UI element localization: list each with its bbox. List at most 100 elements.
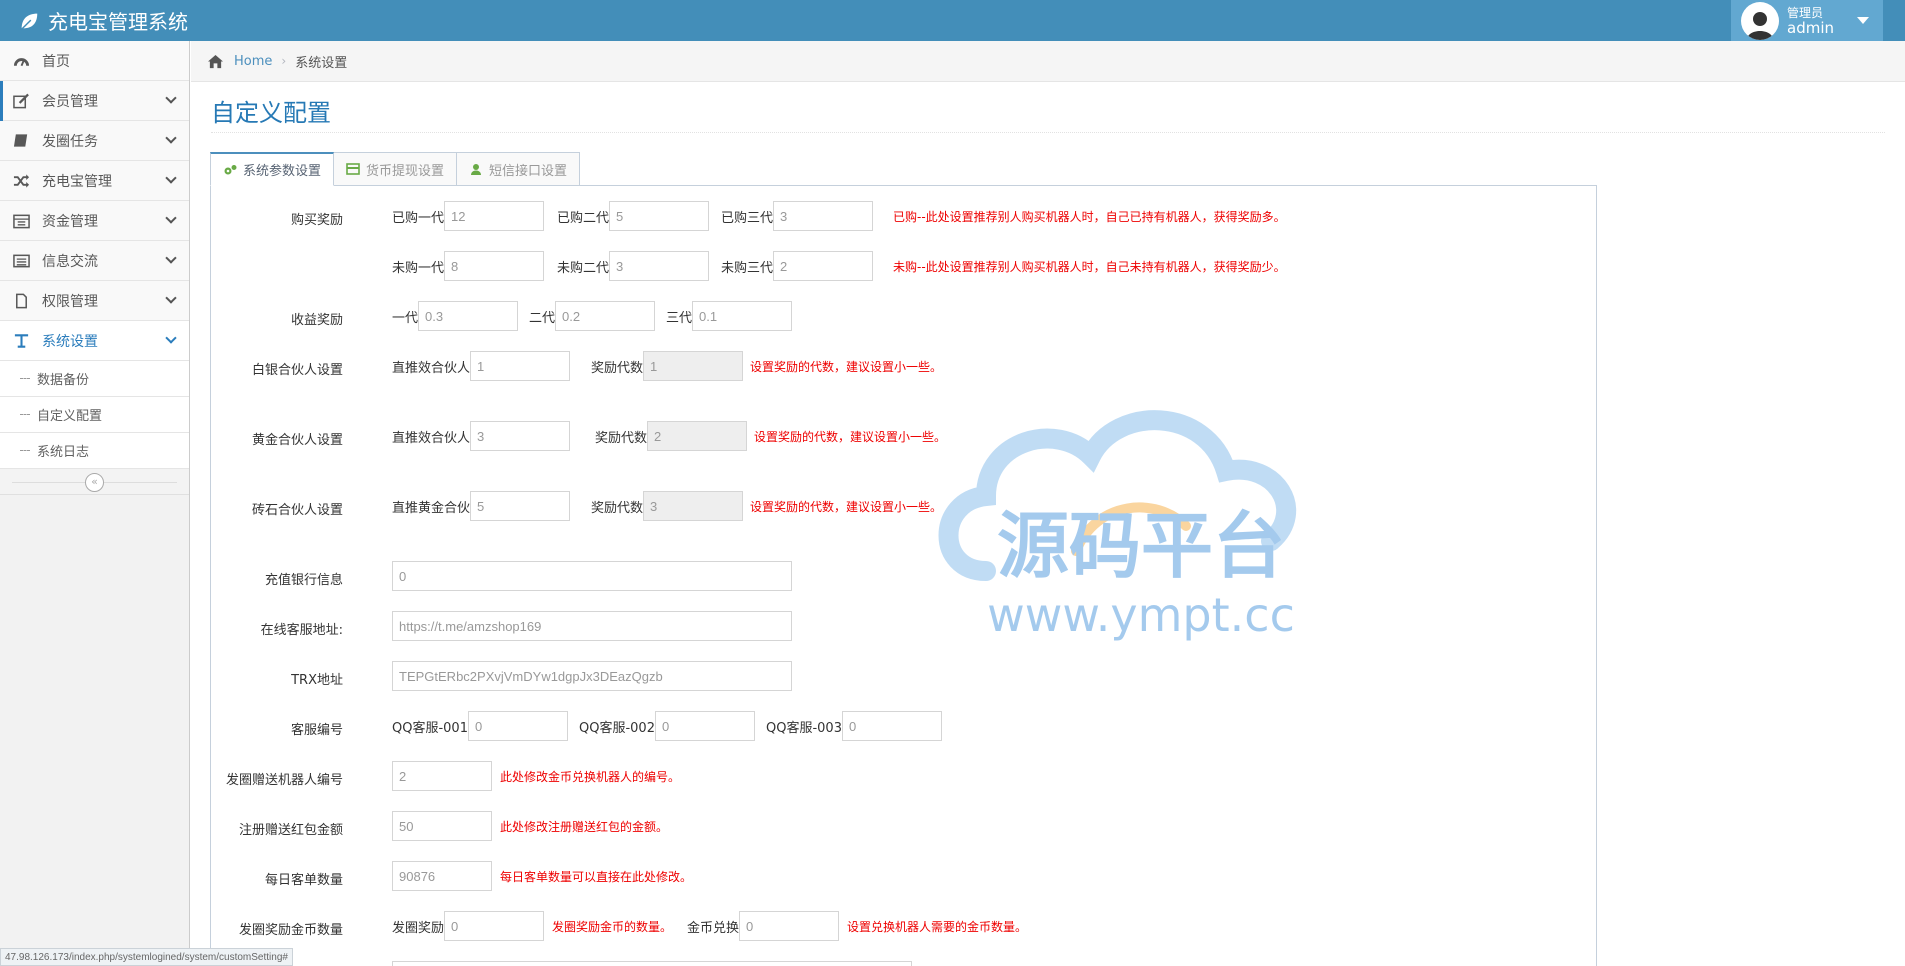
daily-orders-input[interactable]: 90876 — [392, 861, 492, 891]
qq-service-2-input[interactable]: 0 — [654, 711, 755, 741]
chevron-down-icon — [165, 252, 177, 264]
coin-exchange-input[interactable]: 0 — [739, 911, 840, 941]
bought-generation-1-input[interactable]: 12 — [444, 201, 545, 231]
page-header: 自定义配置 — [211, 93, 1885, 133]
register-bonus-input[interactable]: 50 — [392, 811, 492, 841]
qq-service-3-input[interactable]: 0 — [841, 711, 942, 741]
field-label: 一代 — [392, 310, 419, 326]
gold-direct-field: 直推效合伙人 3 — [392, 421, 571, 451]
sidebar-subitem-custom-config[interactable]: 自定义配置 — [0, 397, 189, 433]
coin-reward-field: 发圈奖励 0 发圈奖励金币的数量。 — [392, 911, 672, 941]
unbought-generation-3-field: 未购三代 2 — [721, 251, 874, 281]
field-label: 奖励代数 — [591, 500, 644, 516]
gold-partner-label: 黄金合伙人设置 — [251, 433, 343, 448]
next-field-input[interactable] — [392, 961, 912, 966]
user-avatar-icon — [1747, 11, 1773, 40]
sidebar-item-powerbank[interactable]: 充电宝管理 — [0, 161, 189, 201]
unbought-generation-3-input[interactable]: 2 — [773, 251, 874, 281]
income-generation-3-input[interactable]: 0.1 — [692, 301, 793, 331]
field-label: 未购三代 — [721, 260, 774, 276]
bank-info-input[interactable]: 0 — [392, 561, 792, 591]
list-icon — [13, 254, 30, 268]
chevron-down-icon — [165, 92, 177, 104]
credit-card-icon — [346, 163, 360, 175]
income-generation-1-field: 一代 0.3 — [392, 301, 519, 331]
unbought-generation-2-input[interactable]: 3 — [609, 251, 710, 281]
tab-label: 货币提现设置 — [366, 163, 445, 179]
tab-label: 系统参数设置 — [243, 164, 322, 179]
income-generation-1-input[interactable]: 0.3 — [418, 301, 519, 331]
breadcrumb-separator-icon: › — [281, 54, 287, 68]
income-generation-2-input[interactable]: 0.2 — [555, 301, 656, 331]
coin-reward-hint: 发圈奖励金币的数量。 — [552, 919, 673, 934]
gold-generations-field: 奖励代数 2 — [595, 421, 748, 451]
leaf-icon — [20, 13, 38, 31]
daily-orders-label: 每日客单数量 — [264, 873, 343, 888]
field-label: 已购二代 — [557, 210, 610, 226]
service-url-label: 在线客服地址: — [260, 623, 343, 638]
sidebar-item-finance[interactable]: 资金管理 — [0, 201, 189, 241]
edit-icon — [13, 93, 29, 109]
breadcrumb-home-link[interactable]: Home — [234, 54, 272, 69]
bought-generation-3-input[interactable]: 3 — [773, 201, 874, 231]
chevron-down-icon — [165, 172, 177, 184]
sidebar-item-label: 首页 — [42, 53, 70, 70]
service-number-label: 客服编号 — [290, 723, 343, 738]
sidebar-item-permissions[interactable]: 权限管理 — [0, 281, 189, 321]
gift-robot-input[interactable]: 2 — [392, 761, 492, 791]
silver-direct-field: 直推效合伙人 1 — [392, 351, 571, 381]
diamond-generations-field: 奖励代数 3 — [591, 491, 744, 521]
gold-direct-input[interactable]: 3 — [470, 421, 571, 451]
qq-service-1-input[interactable]: 0 — [467, 711, 568, 741]
double-chevron-left-icon[interactable]: « — [85, 473, 104, 492]
income-reward-label: 收益奖励 — [290, 313, 343, 328]
brand[interactable]: 充电宝管理系统 — [18, 0, 188, 41]
unbought-hint: 未购--此处设置推荐别人购买机器人时，自己未持有机器人，获得奖励少。 — [893, 260, 1286, 274]
register-bonus-hint: 此处修改注册赠送红包的金额。 — [500, 820, 669, 834]
sidebar-item-label: 权限管理 — [42, 293, 98, 310]
unbought-generation-2-field: 未购二代 3 — [557, 251, 710, 281]
diamond-direct-input[interactable]: 5 — [470, 491, 571, 521]
sidebar-collapse-bar: « — [0, 469, 189, 495]
coin-reward-input[interactable]: 0 — [444, 911, 545, 941]
sidebar-item-home[interactable]: 首页 — [0, 41, 189, 81]
sidebar-item-label: 资金管理 — [42, 213, 98, 230]
sidebar-item-messages[interactable]: 信息交流 — [0, 241, 189, 281]
field-label: 直推效合伙人 — [392, 430, 471, 446]
tab-label: 短信接口设置 — [489, 163, 568, 179]
user-menu[interactable]: 管理员 admin — [1731, 0, 1883, 41]
tab-currency-withdraw[interactable]: 货币提现设置 — [333, 152, 458, 186]
bought-generation-1-field: 已购一代 12 — [392, 201, 545, 231]
chevron-down-icon — [165, 292, 177, 304]
file-icon — [16, 293, 27, 309]
sidebar-subitem-logs[interactable]: 系统日志 — [0, 433, 189, 469]
unbought-generation-1-field: 未购一代 8 — [392, 251, 545, 281]
field-label: 已购一代 — [392, 210, 445, 226]
diamond-generations-input[interactable]: 3 — [643, 491, 744, 521]
sidebar-item-settings[interactable]: 系统设置 — [0, 321, 189, 361]
sidebar-item-members[interactable]: 会员管理 — [0, 81, 189, 121]
bought-generation-2-field: 已购二代 5 — [557, 201, 710, 231]
gold-generations-input[interactable]: 2 — [647, 421, 748, 451]
buy-reward-label: 购买奖励 — [290, 213, 343, 228]
bought-generation-3-field: 已购三代 3 — [721, 201, 874, 231]
tab-sms-api[interactable]: 短信接口设置 — [456, 152, 581, 186]
trx-address-input[interactable]: TEPGtERbc2PXvjVmDYw1dgpJx3DEazQgzb — [392, 661, 792, 691]
register-bonus-label: 注册赠送红包金额 — [238, 823, 343, 838]
service-url-input[interactable]: https://t.me/amzshop169 — [392, 611, 792, 641]
sidebar-item-label: 系统设置 — [42, 333, 98, 350]
sidebar-item-label: 会员管理 — [42, 93, 98, 110]
silver-direct-input[interactable]: 1 — [470, 351, 571, 381]
bought-generation-2-input[interactable]: 5 — [609, 201, 710, 231]
sidebar-subitem-backup[interactable]: 数据备份 — [0, 361, 189, 397]
tab-bar: 系统参数设置 货币提现设置 短信接口设置 — [210, 152, 581, 186]
silver-generations-input[interactable]: 1 — [643, 351, 744, 381]
sidebar: 首页 会员管理 发圈任务 充电宝管理 资金管理 信息交流 权限管理 系统设置 数… — [0, 41, 190, 966]
tab-system-params[interactable]: 系统参数设置 — [210, 152, 335, 186]
unbought-generation-1-input[interactable]: 8 — [444, 251, 545, 281]
sidebar-subitem-label: 系统日志 — [37, 445, 90, 460]
field-label: QQ客服-001 — [392, 720, 468, 736]
sidebar-item-tasks[interactable]: 发圈任务 — [0, 121, 189, 161]
breadcrumb: Home › 系统设置 — [191, 41, 1905, 82]
diamond-direct-field: 直推黄金合伙 5 — [392, 491, 571, 521]
